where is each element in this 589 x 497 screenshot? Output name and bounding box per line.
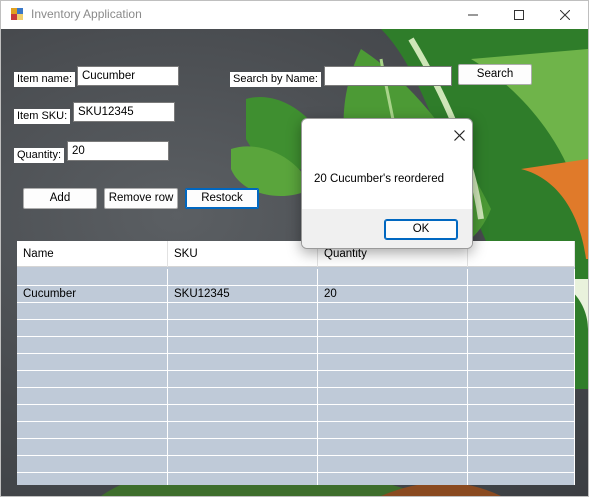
table-row[interactable] xyxy=(17,371,575,388)
maximize-button[interactable] xyxy=(496,1,542,29)
quantity-label: Quantity: xyxy=(14,148,65,163)
close-icon xyxy=(453,129,465,141)
table-row[interactable]: Cucumber SKU12345 20 xyxy=(17,286,575,303)
dialog-message: 20 Cucumber's reordered xyxy=(314,173,445,185)
column-header-extra[interactable] xyxy=(468,241,575,267)
cell-sku[interactable] xyxy=(168,422,318,438)
grid-header: Name SKU Quantity xyxy=(17,241,575,267)
cell-sku[interactable] xyxy=(168,405,318,421)
cell-name[interactable] xyxy=(17,354,168,370)
cell-quantity[interactable] xyxy=(318,439,468,455)
column-header-name[interactable]: Name xyxy=(17,241,168,267)
cell-extra[interactable] xyxy=(468,405,575,421)
cell-extra[interactable] xyxy=(468,303,575,319)
search-by-name-label: Search by Name: xyxy=(230,72,321,87)
minimize-button[interactable] xyxy=(450,1,496,29)
cell-sku[interactable] xyxy=(168,388,318,404)
cell-quantity[interactable] xyxy=(318,303,468,319)
cell-sku[interactable] xyxy=(168,354,318,370)
cell-sku[interactable] xyxy=(168,439,318,455)
cell-quantity[interactable] xyxy=(318,388,468,404)
cell-extra[interactable] xyxy=(468,269,575,285)
ok-button[interactable]: OK xyxy=(384,219,458,240)
table-row[interactable] xyxy=(17,320,575,337)
cell-quantity[interactable] xyxy=(318,337,468,353)
item-name-label: Item name: xyxy=(14,72,76,87)
search-button[interactable]: Search xyxy=(458,64,532,85)
table-row[interactable] xyxy=(17,473,575,485)
cell-sku[interactable] xyxy=(168,269,318,285)
add-button[interactable]: Add xyxy=(23,188,97,209)
cell-extra[interactable] xyxy=(468,286,575,302)
cell-sku[interactable] xyxy=(168,337,318,353)
cell-sku[interactable] xyxy=(168,473,318,485)
cell-extra[interactable] xyxy=(468,371,575,387)
cell-name[interactable] xyxy=(17,371,168,387)
restock-button[interactable]: Restock xyxy=(185,188,259,209)
cell-extra[interactable] xyxy=(468,320,575,336)
cell-extra[interactable] xyxy=(468,388,575,404)
title-bar[interactable]: Inventory Application xyxy=(1,1,588,29)
cell-quantity[interactable] xyxy=(318,473,468,485)
cell-extra[interactable] xyxy=(468,456,575,472)
item-name-input[interactable]: Cucumber xyxy=(77,66,179,86)
close-button[interactable] xyxy=(542,1,588,29)
minimize-icon xyxy=(468,14,478,16)
cell-quantity[interactable] xyxy=(318,456,468,472)
dialog-close-button[interactable] xyxy=(448,124,470,146)
cell-quantity[interactable]: 20 xyxy=(318,286,468,302)
window-title: Inventory Application xyxy=(31,7,142,21)
cell-name[interactable] xyxy=(17,439,168,455)
cell-quantity[interactable] xyxy=(318,422,468,438)
table-row[interactable] xyxy=(17,354,575,371)
cell-quantity[interactable] xyxy=(318,405,468,421)
search-input[interactable] xyxy=(324,66,452,86)
form-client-area: Item name: Cucumber Search by Name: Sear… xyxy=(1,29,588,496)
cell-quantity[interactable] xyxy=(318,320,468,336)
cell-sku[interactable] xyxy=(168,320,318,336)
app-icon xyxy=(11,8,23,20)
dialog-footer: OK xyxy=(302,209,472,248)
cell-name[interactable] xyxy=(17,388,168,404)
cell-name[interactable] xyxy=(17,456,168,472)
item-sku-input[interactable]: SKU12345 xyxy=(73,102,175,122)
table-row[interactable] xyxy=(17,337,575,354)
cell-extra[interactable] xyxy=(468,439,575,455)
table-row[interactable] xyxy=(17,269,575,286)
cell-name[interactable] xyxy=(17,337,168,353)
cell-name[interactable] xyxy=(17,422,168,438)
cell-name[interactable] xyxy=(17,405,168,421)
app-window: Inventory Application Item name: Cucumbe… xyxy=(0,0,589,497)
table-row[interactable] xyxy=(17,422,575,439)
cell-extra[interactable] xyxy=(468,422,575,438)
cell-name[interactable] xyxy=(17,473,168,485)
message-dialog: 20 Cucumber's reordered OK xyxy=(301,118,473,249)
inventory-grid[interactable]: Name SKU Quantity Cucumber SKU12345 20 xyxy=(17,241,575,485)
cell-name[interactable] xyxy=(17,320,168,336)
table-row[interactable] xyxy=(17,388,575,405)
cell-quantity[interactable] xyxy=(318,269,468,285)
table-row[interactable] xyxy=(17,405,575,422)
cell-quantity[interactable] xyxy=(318,371,468,387)
cell-extra[interactable] xyxy=(468,473,575,485)
cell-quantity[interactable] xyxy=(318,354,468,370)
cell-extra[interactable] xyxy=(468,354,575,370)
quantity-input[interactable]: 20 xyxy=(67,141,169,161)
table-row[interactable] xyxy=(17,303,575,320)
cell-sku[interactable]: SKU12345 xyxy=(168,286,318,302)
table-row[interactable] xyxy=(17,439,575,456)
maximize-icon xyxy=(514,10,524,20)
remove-row-button[interactable]: Remove row xyxy=(104,188,178,209)
cell-extra[interactable] xyxy=(468,337,575,353)
close-icon xyxy=(560,10,570,20)
column-header-sku[interactable]: SKU xyxy=(168,241,318,267)
cell-name[interactable] xyxy=(17,303,168,319)
table-row[interactable] xyxy=(17,456,575,473)
cell-sku[interactable] xyxy=(168,456,318,472)
cell-sku[interactable] xyxy=(168,303,318,319)
cell-sku[interactable] xyxy=(168,371,318,387)
cell-name[interactable] xyxy=(17,269,168,285)
cell-name[interactable]: Cucumber xyxy=(17,286,168,302)
item-sku-label: Item SKU: xyxy=(14,109,71,124)
